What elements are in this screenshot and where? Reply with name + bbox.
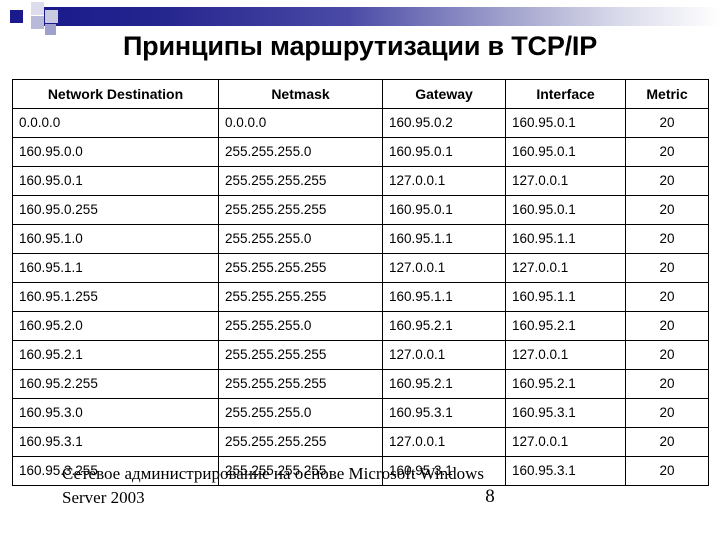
cell-network-destination: 160.95.3.1	[12, 427, 219, 457]
cell-network-destination: 160.95.2.0	[12, 311, 219, 341]
cell-gateway: 160.95.0.1	[382, 137, 506, 167]
cell-interface: 160.95.0.1	[505, 108, 626, 138]
cell-interface: 160.95.0.1	[505, 195, 626, 225]
cell-netmask: 255.255.255.255	[218, 427, 383, 457]
cell-gateway: 160.95.2.1	[382, 311, 506, 341]
cell-gateway: 160.95.0.1	[382, 195, 506, 225]
cell-metric: 20	[625, 369, 709, 399]
cell-metric: 20	[625, 108, 709, 138]
cell-network-destination: 160.95.2.1	[12, 340, 219, 370]
table-row: 160.95.2.255 255.255.255.255 160.95.2.1 160…	[12, 369, 709, 399]
banner-square-light-4	[45, 10, 58, 23]
table-row: 160.95.0.0 255.255.255.0 160.95.0.1 160.95.…	[12, 137, 709, 167]
cell-interface: 160.95.1.1	[505, 224, 626, 254]
cell-gateway: 160.95.2.1	[382, 369, 506, 399]
cell-gateway: 127.0.0.1	[382, 427, 506, 457]
cell-metric: 20	[625, 282, 709, 312]
cell-metric: 20	[625, 398, 709, 428]
cell-interface: 160.95.0.1	[505, 137, 626, 167]
table-row: 160.95.1.0 255.255.255.0 160.95.1.1 160.95.…	[12, 224, 709, 254]
table-row: 160.95.0.1 255.255.255.255 127.0.0.1 127.0.…	[12, 166, 709, 196]
page-number: 8	[485, 486, 495, 507]
cell-metric: 20	[625, 195, 709, 225]
table-row: 160.95.1.255 255.255.255.255 160.95.1.1 160…	[12, 282, 709, 312]
cell-netmask: 255.255.255.0	[218, 398, 383, 428]
cell-interface: 160.95.1.1	[505, 282, 626, 312]
cell-interface: 127.0.0.1	[505, 166, 626, 196]
cell-metric: 20	[625, 311, 709, 341]
cell-network-destination: 160.95.1.0	[12, 224, 219, 254]
cell-metric: 20	[625, 166, 709, 196]
cell-interface: 160.95.3.1	[505, 398, 626, 428]
cell-netmask: 255.255.255.255	[218, 195, 383, 225]
cell-network-destination: 160.95.0.1	[12, 166, 219, 196]
cell-netmask: 255.255.255.0	[218, 137, 383, 167]
cell-netmask: 255.255.255.255	[218, 166, 383, 196]
cell-network-destination: 160.95.1.1	[12, 253, 219, 283]
cell-network-destination: 160.95.3.0	[12, 398, 219, 428]
cell-network-destination: 160.95.0.0	[12, 137, 219, 167]
cell-interface: 160.95.3.1	[505, 456, 626, 486]
table-row: 160.95.2.1 255.255.255.255 127.0.0.1 127.0.…	[12, 340, 709, 370]
banner-square-light-2	[31, 16, 44, 29]
cell-metric: 20	[625, 427, 709, 457]
table-header-row: Network Destination Netmask Gateway Inte…	[12, 79, 709, 109]
cell-netmask: 255.255.255.255	[218, 253, 383, 283]
cell-gateway: 160.95.1.1	[382, 224, 506, 254]
cell-gateway: 160.95.0.2	[382, 108, 506, 138]
footer-text: Сетевое администрирование на основе Micr…	[62, 464, 484, 507]
table-row: 160.95.1.1 255.255.255.255 127.0.0.1 127.0.…	[12, 253, 709, 283]
cell-netmask: 255.255.255.255	[218, 340, 383, 370]
column-header-metric: Metric	[625, 79, 709, 109]
cell-netmask: 0.0.0.0	[218, 108, 383, 138]
cell-interface: 160.95.2.1	[505, 369, 626, 399]
cell-network-destination: 160.95.0.255	[12, 195, 219, 225]
cell-gateway: 127.0.0.1	[382, 166, 506, 196]
table-row: 160.95.3.0 255.255.255.0 160.95.3.1 160.95.…	[12, 398, 709, 428]
cell-metric: 20	[625, 456, 709, 486]
cell-metric: 20	[625, 253, 709, 283]
banner-square-white-top	[17, 2, 30, 15]
cell-netmask: 255.255.255.0	[218, 311, 383, 341]
column-header-gateway: Gateway	[382, 79, 506, 109]
cell-netmask: 255.255.255.255	[218, 369, 383, 399]
cell-network-destination: 160.95.2.255	[12, 369, 219, 399]
slide-title: Принципы маршрутизации в TCP/IP	[122, 31, 598, 61]
cell-network-destination: 0.0.0.0	[12, 108, 219, 138]
cell-gateway: 127.0.0.1	[382, 253, 506, 283]
cell-metric: 20	[625, 224, 709, 254]
cell-netmask: 255.255.255.0	[218, 224, 383, 254]
cell-interface: 160.95.2.1	[505, 311, 626, 341]
cell-network-destination: 160.95.1.255	[12, 282, 219, 312]
banner-square-accent	[10, 10, 23, 23]
table-row: 160.95.3.1 255.255.255.255 127.0.0.1 127.0.…	[12, 427, 709, 457]
cell-metric: 20	[625, 340, 709, 370]
banner-gradient-bar	[44, 7, 720, 26]
cell-interface: 127.0.0.1	[505, 427, 626, 457]
table-row: 160.95.0.255 255.255.255.255 160.95.0.1 160…	[12, 195, 709, 225]
routing-table: Network Destination Netmask Gateway Inte…	[12, 79, 709, 486]
column-header-netmask: Netmask	[218, 79, 383, 109]
column-header-interface: Interface	[505, 79, 626, 109]
cell-gateway: 127.0.0.1	[382, 340, 506, 370]
cell-metric: 20	[625, 137, 709, 167]
cell-interface: 127.0.0.1	[505, 340, 626, 370]
cell-gateway: 160.95.3.1	[382, 398, 506, 428]
table-row: 0.0.0.0 0.0.0.0 160.95.0.2 160.95.0.1 20	[12, 108, 709, 138]
cell-netmask: 255.255.255.255	[218, 282, 383, 312]
cell-interface: 127.0.0.1	[505, 253, 626, 283]
banner-square-light-1	[31, 2, 44, 15]
table-row: 160.95.2.0 255.255.255.0 160.95.2.1 160.95.…	[12, 311, 709, 341]
column-header-network-destination: Network Destination	[12, 79, 219, 109]
cell-gateway: 160.95.1.1	[382, 282, 506, 312]
